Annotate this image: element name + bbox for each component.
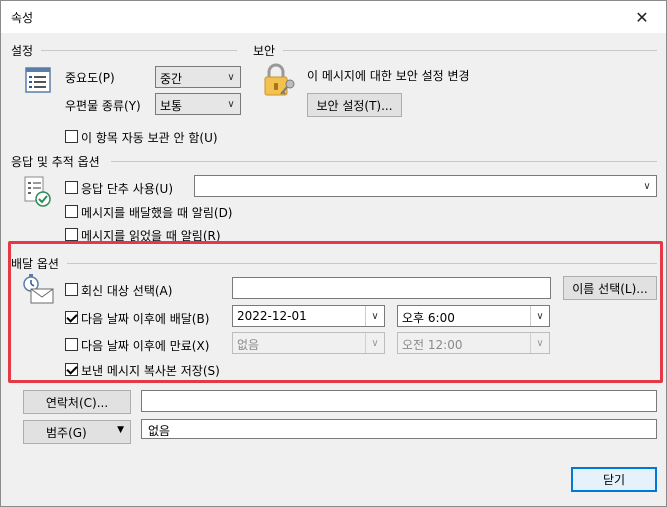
voting-section-label: 응답 및 추적 옵션: [11, 153, 104, 170]
use-voting-checkbox[interactable]: [65, 181, 78, 194]
categories-label: 범주(G): [46, 425, 87, 440]
read-receipt-checkbox[interactable]: [65, 228, 78, 241]
chevron-down-icon: ∨: [643, 180, 651, 192]
sensitivity-label: 우편물 종류(Y): [65, 99, 141, 113]
chevron-down-icon: ∨: [227, 98, 235, 110]
settings-divider: [41, 50, 237, 51]
contacts-button[interactable]: 연락처(C)...: [23, 390, 131, 414]
lock-key-icon: [264, 63, 295, 96]
security-description: 이 메시지에 대한 보안 설정 변경: [307, 69, 470, 83]
voting-divider: [111, 161, 657, 162]
importance-value: 중간: [160, 72, 183, 86]
sensitivity-select[interactable]: 보통 ∨: [155, 93, 241, 115]
settings-section-label: 설정: [11, 42, 38, 59]
security-section-label: 보안: [253, 42, 280, 59]
delivery-receipt-label: 메시지를 배달했을 때 알림(D): [81, 206, 233, 220]
properties-dialog: 속성 ✕ 설정 중요도(P) 중간 ∨ 우편물 종류(Y) 보통 ∨ 이 항목 …: [0, 0, 667, 507]
no-autoarchive-checkbox[interactable]: [65, 130, 78, 143]
delivery-receipt-checkbox[interactable]: [65, 205, 78, 218]
window-title: 속성: [11, 11, 34, 25]
delivery-options-highlight: [8, 241, 663, 383]
close-icon[interactable]: ✕: [622, 1, 662, 33]
importance-label: 중요도(P): [65, 71, 115, 85]
use-voting-label: 응답 단추 사용(U): [81, 182, 174, 196]
no-autoarchive-label: 이 항목 자동 보관 안 함(U): [81, 131, 218, 145]
chevron-down-icon: ∨: [227, 71, 235, 83]
contacts-input[interactable]: [141, 390, 657, 412]
close-button[interactable]: 닫기: [571, 467, 657, 492]
security-settings-button[interactable]: 보안 설정(T)...: [307, 93, 402, 117]
importance-select[interactable]: 중간 ∨: [155, 66, 241, 88]
title-bar: 속성 ✕: [1, 1, 666, 33]
tracking-icon: [24, 176, 51, 207]
list-properties-icon: [25, 67, 51, 93]
sensitivity-value: 보통: [160, 99, 183, 113]
voting-buttons-combo[interactable]: ∨: [194, 175, 657, 197]
categories-button[interactable]: 범주(G) ▼: [23, 420, 131, 444]
categories-value: 없음: [148, 424, 171, 438]
dropdown-arrow-icon: ▼: [117, 425, 124, 435]
security-divider: [283, 50, 657, 51]
categories-input[interactable]: 없음: [141, 419, 657, 439]
